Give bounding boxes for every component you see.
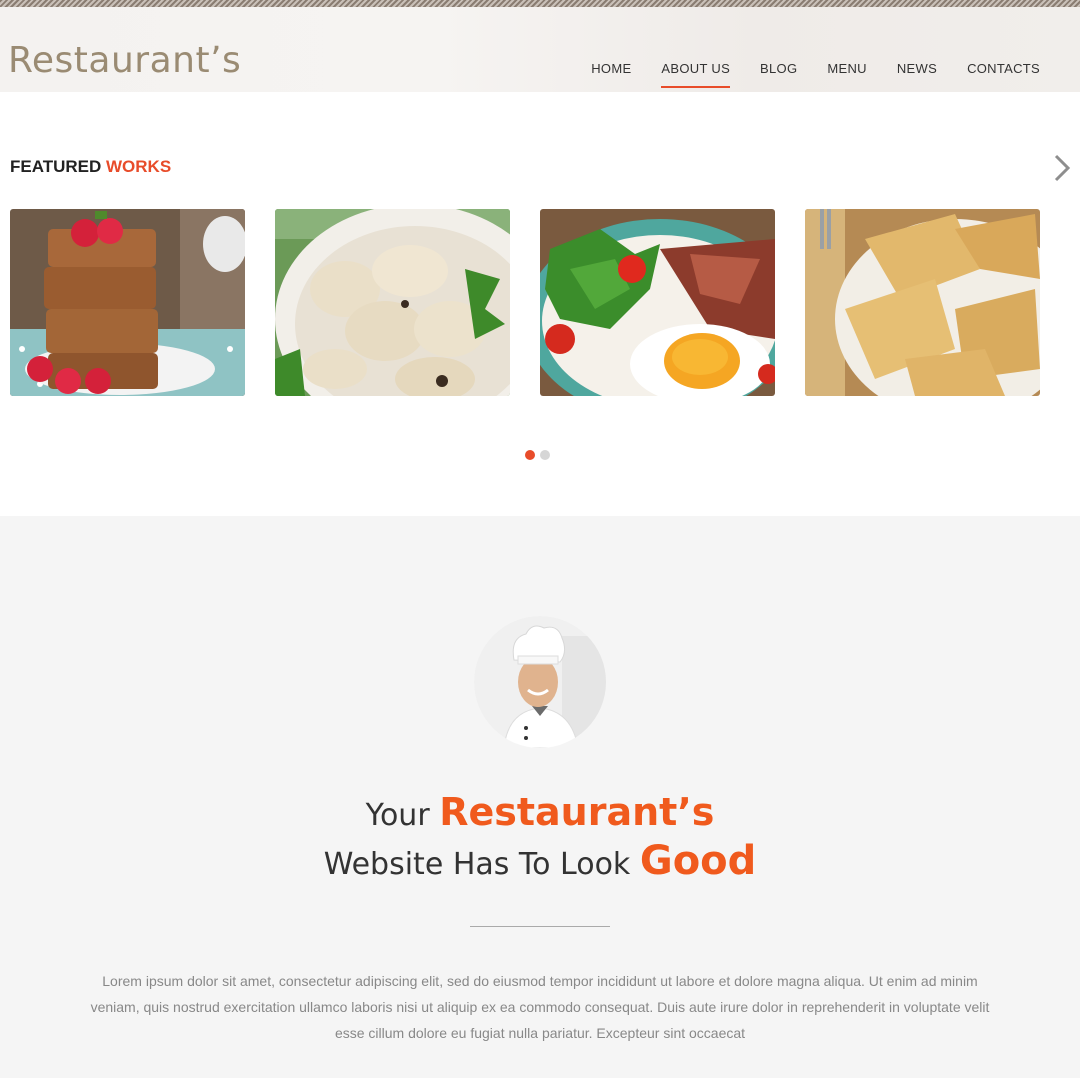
egg-steak-image [540,209,775,396]
featured-works-title: FEATURED WORKS [10,157,171,177]
crepes-image [805,209,1040,396]
site-header: Restaurant’s HOME ABOUT US BLOG MENU NEW… [0,7,1080,92]
oat-bars-image [10,209,245,396]
chef-portrait-image [474,616,606,748]
about-heading-line1: Your Restaurant’s [0,790,1080,834]
carousel-dot-2[interactable] [540,450,550,460]
carousel-dot-1[interactable] [525,450,535,460]
nav-about-us[interactable]: ABOUT US [661,61,730,88]
dumplings-image [275,209,510,396]
featured-item-fried-egg-with-steak[interactable] [540,209,775,396]
featured-title-part2: WORKS [106,157,172,176]
heading-line2-prefix: Website Has To Look [323,847,640,882]
featured-title-part1: FEATURED [10,157,107,176]
featured-item-dumplings[interactable] [275,209,510,396]
heading-line1-prefix: Your [365,798,440,833]
nav-contacts[interactable]: CONTACTS [967,61,1040,76]
featured-item-raspberry-oat-bars[interactable] [10,209,245,396]
main-nav: HOME ABOUT US BLOG MENU NEWS CONTACTS [561,61,1040,88]
nav-news[interactable]: NEWS [897,61,937,76]
carousel-next-icon[interactable] [1050,152,1074,184]
about-heading-line2: Website Has To Look Good [0,838,1080,884]
heading-line2-emphasis: Good [639,838,757,884]
heading-line1-emphasis: Restaurant’s [439,790,715,834]
nav-menu[interactable]: MENU [827,61,866,76]
site-logo[interactable]: Restaurant’s [8,40,241,81]
about-paragraph: Lorem ipsum dolor sit amet, consectetur … [90,973,990,1041]
top-decorative-strip [0,0,1080,7]
carousel-pagination [525,450,555,460]
chef-avatar [474,616,606,748]
nav-home[interactable]: HOME [591,61,631,76]
featured-item-crepes[interactable] [805,209,1040,396]
nav-blog[interactable]: BLOG [760,61,797,76]
section-divider [470,926,610,927]
